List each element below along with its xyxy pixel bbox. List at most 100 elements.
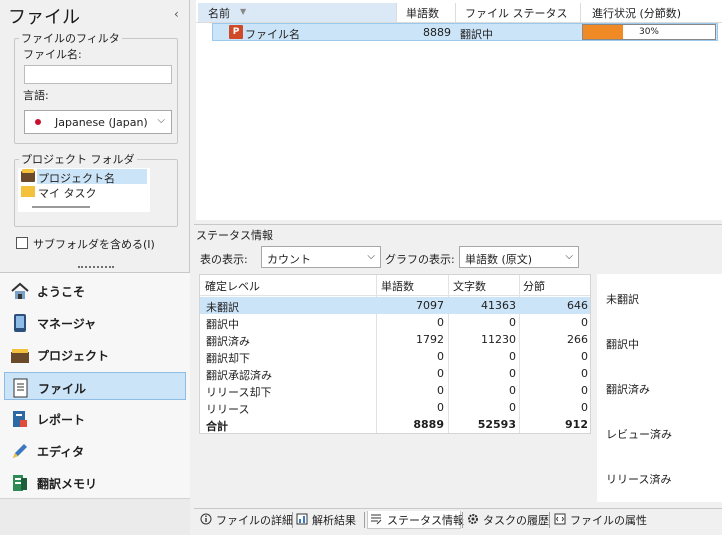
report-icon <box>13 411 27 427</box>
tab-task-history[interactable]: タスクの履歴 <box>467 511 549 529</box>
table-row[interactable]: 未翻訳 7097 41363 646 <box>200 297 590 314</box>
nav-item-editor[interactable]: エディタ <box>4 436 186 464</box>
panel-title: ファイル <box>8 7 80 28</box>
word-count-cell: 8889 <box>423 26 451 39</box>
table-view-value: カウント <box>267 253 311 266</box>
segments-cell: 0 <box>581 384 588 397</box>
folder-scrollbar[interactable] <box>32 206 90 208</box>
table-row[interactable]: 翻訳承認済み 0 0 0 <box>200 365 590 382</box>
chart-category-label: 未翻訳 <box>606 293 639 306</box>
language-select[interactable]: Japanese (Japan) ⌵ <box>24 110 172 134</box>
chars-cell: 0 <box>509 384 516 397</box>
folder-item-label: マイ タスク <box>38 187 97 200</box>
tab-analysis[interactable]: 解析結果 <box>296 511 364 529</box>
pane-splitter[interactable] <box>78 266 114 268</box>
nav-item-projects[interactable]: プロジェクト <box>4 340 186 368</box>
powerpoint-file-icon: P <box>229 25 243 39</box>
table-row[interactable]: リリース却下 0 0 0 <box>200 382 590 399</box>
tab-separator <box>549 512 550 528</box>
words-cell: 8889 <box>413 418 444 431</box>
analysis-icon <box>296 513 308 525</box>
table-total-row[interactable]: 合計 8889 52593 912 <box>200 416 590 433</box>
status-info-title: ステータス情報 <box>196 229 273 242</box>
nav-item-label: レポート <box>37 413 86 427</box>
level-cell: 翻訳済み <box>206 335 250 348</box>
info-icon <box>200 513 212 525</box>
file-list-body <box>396 23 722 216</box>
chart-category-label: 翻訳中 <box>606 338 639 351</box>
level-cell: リリース却下 <box>206 386 272 399</box>
segments-cell: 0 <box>581 401 588 414</box>
column-divider <box>455 3 456 23</box>
tab-status-info[interactable]: ステータス情報 <box>367 511 464 529</box>
segments-cell: 266 <box>567 333 588 346</box>
language-value: Japanese (Japan) <box>55 116 148 129</box>
japan-flag-icon <box>32 116 44 128</box>
gear-icon <box>468 514 478 524</box>
tab-file-attributes[interactable]: ファイルの属性 <box>554 511 647 529</box>
words-cell: 0 <box>437 367 444 380</box>
column-header-progress[interactable]: 進行状況 (分節数) <box>592 5 681 21</box>
table-row[interactable]: リリース 0 0 0 <box>200 399 590 416</box>
words-cell: 1792 <box>416 333 444 346</box>
sort-arrow-icon: ▼ <box>240 7 247 16</box>
table-header-chars[interactable]: 文字数 <box>453 278 486 294</box>
tab-label: ファイルの属性 <box>570 514 647 527</box>
nav-item-reports[interactable]: レポート <box>4 404 186 432</box>
chars-cell: 52593 <box>477 418 516 431</box>
nav-item-translation-memory[interactable]: 翻訳メモリ <box>4 468 186 496</box>
file-filter-legend: ファイルのフィルタ <box>21 32 120 45</box>
tab-separator <box>462 512 463 528</box>
tab-label: タスクの履歴 <box>483 514 549 527</box>
level-cell: 翻訳承認済み <box>206 369 272 382</box>
words-cell: 7097 <box>416 299 444 312</box>
phone-icon <box>14 314 26 332</box>
project-folder-legend: プロジェクト フォルダ <box>21 153 135 166</box>
table-header-segments[interactable]: 分節 <box>523 278 545 294</box>
chart-category-label: 翻訳済み <box>606 383 650 396</box>
chart-category-label: レビュー済み <box>606 428 672 441</box>
chars-cell: 0 <box>509 316 516 329</box>
level-cell: 翻訳中 <box>206 318 239 331</box>
header-divider <box>200 295 590 296</box>
nav-item-label: エディタ <box>37 445 85 459</box>
chars-cell: 11230 <box>481 333 516 346</box>
column-divider <box>580 3 581 23</box>
folder-item-my-tasks[interactable]: マイ タスク <box>18 184 150 200</box>
column-header-status[interactable]: ファイル ステータス <box>465 5 568 21</box>
table-header-level[interactable]: 確定レベル <box>205 278 260 294</box>
table-row[interactable]: 翻訳却下 0 0 0 <box>200 348 590 365</box>
nav-item-manager[interactable]: マネージャ <box>4 308 186 336</box>
table-header-words[interactable]: 単語数 <box>381 278 414 294</box>
language-label: 言語: <box>23 89 49 102</box>
projects-icon <box>11 349 29 363</box>
column-header-name[interactable]: 名前 <box>208 5 230 21</box>
status-icon <box>371 514 382 525</box>
table-row[interactable]: 翻訳済み 1792 11230 266 <box>200 331 590 348</box>
file-name-cell: ファイル名 <box>245 28 300 41</box>
nav-footer <box>0 498 190 535</box>
chart-category-label: リリース済み <box>606 473 672 486</box>
tab-label: ファイルの詳細 <box>216 514 293 527</box>
file-name-input[interactable] <box>24 65 172 84</box>
nav-item-label: マネージャ <box>37 317 97 331</box>
words-cell: 0 <box>437 316 444 329</box>
home-icon <box>11 282 29 299</box>
nav-item-welcome[interactable]: ようこそ <box>4 276 186 304</box>
segments-cell: 0 <box>581 367 588 380</box>
folder-item-project[interactable]: プロジェクト名 <box>18 169 150 185</box>
segments-cell: 912 <box>565 418 588 431</box>
include-subfolders-checkbox[interactable] <box>16 237 28 249</box>
tm-icon <box>13 475 27 491</box>
words-cell: 0 <box>437 384 444 397</box>
graph-view-select[interactable]: 単語数 (原文) ⌵ <box>459 246 579 268</box>
table-row[interactable]: 翻訳中 0 0 0 <box>200 314 590 331</box>
column-header-words[interactable]: 単語数 <box>406 5 439 21</box>
graph-view-label: グラフの表示: <box>385 253 455 266</box>
file-name-label: ファイル名: <box>23 48 82 61</box>
table-view-select[interactable]: カウント ⌵ <box>261 246 381 268</box>
include-subfolders-label[interactable]: サブフォルダを含める(I) <box>33 236 155 252</box>
level-cell: 合計 <box>206 420 228 433</box>
chevron-left-icon[interactable]: ‹ <box>174 7 179 21</box>
nav-item-files[interactable]: ファイル <box>4 372 186 400</box>
